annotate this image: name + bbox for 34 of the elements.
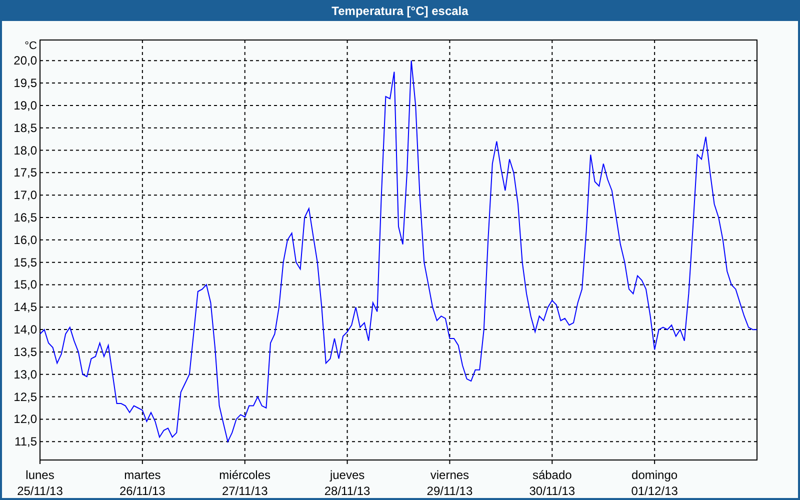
y-tick-label: 16,5 <box>14 210 37 224</box>
y-tick-label: 15,0 <box>14 278 37 292</box>
day-label: viernes <box>430 468 470 482</box>
y-tick-label: 15,5 <box>14 255 37 270</box>
window-title: Temperatura [°C] escala <box>332 2 468 20</box>
day-label: sábado <box>532 468 572 482</box>
y-tick-label: 17,0 <box>14 188 37 202</box>
y-tick-label: 20,0 <box>14 54 37 68</box>
day-label: lunes <box>26 468 54 482</box>
date-label: 26/11/13 <box>120 484 166 498</box>
y-tick-label: 18,0 <box>14 143 37 158</box>
day-label: jueves <box>330 468 365 482</box>
y-tick-label: 13,5 <box>14 344 37 359</box>
date-label: 28/11/13 <box>324 484 370 498</box>
y-tick-label: 14,5 <box>14 300 37 314</box>
y-tick-label: 14,0 <box>14 322 37 337</box>
date-label: 27/11/13 <box>222 484 268 498</box>
day-label: domingo <box>632 468 678 482</box>
day-label: miércoles <box>219 468 271 482</box>
y-tick-label: 19,0 <box>14 98 37 112</box>
y-tick-label: 13,0 <box>14 367 37 382</box>
date-label: 30/11/13 <box>529 484 576 498</box>
y-tick-label: 12,0 <box>14 412 37 426</box>
y-tick-label: 12,5 <box>14 390 37 404</box>
date-label: 01/12/13 <box>631 484 678 498</box>
y-tick-label: 17,5 <box>14 166 37 180</box>
date-label: 29/11/13 <box>426 484 473 498</box>
date-label: 25/11/13 <box>17 484 63 498</box>
day-label: martes <box>124 468 161 482</box>
unit-label: °C <box>24 40 37 52</box>
y-tick-label: 18,5 <box>14 120 37 135</box>
y-tick-label: 11,5 <box>14 434 37 449</box>
y-tick-label: 16,0 <box>14 232 37 247</box>
y-tick-label: 19,5 <box>14 76 37 90</box>
